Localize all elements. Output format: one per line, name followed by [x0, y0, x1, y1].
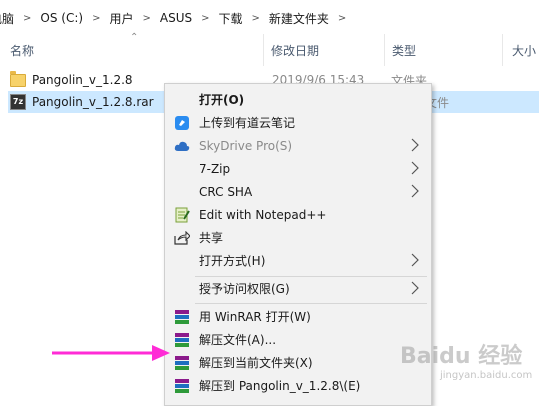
- sort-ascending-icon: ⌃: [130, 32, 139, 43]
- column-header: ⌃ 名称 修改日期 类型 大小: [0, 32, 539, 66]
- column-type[interactable]: 类型: [392, 42, 416, 59]
- breadcrumb: 电脑 > OS (C:) > 用户 > ASUS > 下载 > 新建文件夹 >: [0, 6, 539, 30]
- context-menu: 打开(O) 上传到有道云笔记 SkyDrive Pro(S) 7-Zip CRC…: [164, 83, 432, 406]
- menu-item-grant-access[interactable]: 授予访问权限(G): [165, 277, 431, 300]
- menu-item-label: SkyDrive Pro(S): [199, 138, 293, 153]
- baidu-watermark: Baidu 经验: [400, 344, 523, 369]
- winrar-icon: [174, 309, 190, 325]
- menu-item-youdao[interactable]: 上传到有道云笔记: [165, 111, 431, 134]
- menu-item-7zip[interactable]: 7-Zip: [165, 157, 431, 180]
- breadcrumb-item-new-folder[interactable]: 新建文件夹: [265, 10, 333, 27]
- breadcrumb-item-drive[interactable]: OS (C:): [36, 11, 87, 25]
- menu-item-share[interactable]: 共享: [165, 226, 431, 249]
- winrar-icon: [174, 378, 190, 394]
- menu-item-extract-files[interactable]: 解压文件(A)...: [165, 328, 431, 351]
- breadcrumb-item-users[interactable]: 用户: [105, 10, 137, 27]
- menu-item-label: 授予访问权限(G): [199, 282, 290, 296]
- chevron-right-icon[interactable]: >: [18, 13, 36, 24]
- chevron-right-icon: [411, 281, 419, 298]
- menu-item-winrar-open[interactable]: 用 WinRAR 打开(W): [165, 305, 431, 328]
- chevron-right-icon[interactable]: >: [196, 13, 214, 24]
- breadcrumb-item-computer[interactable]: 电脑: [0, 10, 18, 27]
- folder-icon: [10, 70, 26, 87]
- cloud-icon: [174, 138, 190, 154]
- menu-item-open[interactable]: 打开(O): [165, 88, 431, 111]
- file-name: Pangolin_v_1.2.8.rar: [32, 95, 154, 109]
- address-bar[interactable]: 电脑 > OS (C:) > 用户 > ASUS > 下载 > 新建文件夹 >: [0, 0, 539, 34]
- annotation-arrow: [52, 345, 170, 361]
- column-date[interactable]: 修改日期: [271, 42, 319, 59]
- menu-item-open-with[interactable]: 打开方式(H): [165, 249, 431, 272]
- chevron-right-icon: [411, 253, 419, 270]
- column-divider[interactable]: [502, 34, 503, 66]
- chevron-right-icon[interactable]: >: [87, 13, 105, 24]
- rar-file-icon: 7z: [10, 94, 26, 110]
- chevron-right-icon: [411, 138, 419, 155]
- menu-item-label: 解压到 Pangolin_v_1.2.8\(E): [199, 379, 361, 393]
- column-divider[interactable]: [263, 34, 264, 66]
- notepadpp-icon: [174, 207, 190, 223]
- column-size[interactable]: 大小: [512, 42, 536, 59]
- menu-item-label: 7-Zip: [199, 161, 231, 176]
- menu-item-label: CRC SHA: [199, 184, 253, 199]
- menu-item-extract-to[interactable]: 解压到 Pangolin_v_1.2.8\(E): [165, 374, 431, 397]
- column-divider[interactable]: [384, 34, 385, 66]
- chevron-right-icon[interactable]: >: [333, 13, 351, 24]
- breadcrumb-item-downloads[interactable]: 下载: [215, 10, 247, 27]
- share-icon: [174, 230, 190, 246]
- menu-item-crc-sha[interactable]: CRC SHA: [165, 180, 431, 203]
- menu-item-extract-here[interactable]: 解压到当前文件夹(X): [165, 351, 431, 374]
- menu-item-label: 用 WinRAR 打开(W): [199, 310, 311, 324]
- menu-item-skydrive[interactable]: SkyDrive Pro(S): [165, 134, 431, 157]
- chevron-right-icon[interactable]: >: [247, 13, 265, 24]
- chevron-right-icon: [411, 161, 419, 178]
- winrar-icon: [174, 332, 190, 348]
- file-name: Pangolin_v_1.2.8: [32, 73, 133, 87]
- menu-item-notepadpp[interactable]: Edit with Notepad++: [165, 203, 431, 226]
- winrar-icon: [174, 355, 190, 371]
- menu-item-label: 解压到当前文件夹(X): [199, 356, 313, 370]
- chevron-right-icon[interactable]: >: [137, 13, 155, 24]
- menu-item-label: 打开方式(H): [199, 254, 266, 268]
- chevron-right-icon: [411, 184, 419, 201]
- menu-item-label: 打开(O): [199, 93, 245, 107]
- column-name[interactable]: 名称: [10, 42, 34, 59]
- breadcrumb-item-asus[interactable]: ASUS: [156, 11, 196, 25]
- menu-item-label: Edit with Notepad++: [199, 207, 327, 222]
- watermark-url: jingyan.baidu.com: [440, 370, 533, 381]
- menu-separator: [195, 303, 427, 304]
- menu-item-label: 上传到有道云笔记: [199, 116, 296, 130]
- youdao-note-icon: [174, 115, 190, 131]
- menu-item-label: 共享: [199, 231, 224, 245]
- menu-item-label: 解压文件(A)...: [199, 333, 277, 347]
